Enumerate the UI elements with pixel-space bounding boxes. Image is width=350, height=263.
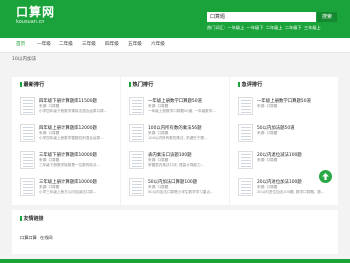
hot-word-link[interactable]: 一年级下 <box>247 25 264 30</box>
worksheet-thumbnail[interactable] <box>238 97 253 115</box>
worksheet-thumbnail[interactable] <box>20 97 35 115</box>
panel-reviews: 急评排行 一年级上册数学口算题50道 来源: 口算题 50以内加法题50道 来源… <box>230 77 338 205</box>
list-item[interactable]: 50以内加法题50道 来源: 口算题 <box>238 124 338 146</box>
footer-bar <box>0 259 350 263</box>
worksheet-thumbnail[interactable] <box>129 97 144 115</box>
nav-grade-4[interactable]: 四年级 <box>105 38 119 52</box>
hot-word-link[interactable]: 二年级下 <box>285 25 302 30</box>
panel-title: 最新排行 <box>20 81 44 88</box>
nav-grade-3[interactable]: 三年级 <box>82 38 96 52</box>
panel-title: 热门排行 <box>129 81 153 88</box>
panel-title-text: 最新排行 <box>23 82 45 88</box>
panel-latest: 最新排行 四年级下册计算题库11500题 来源: 口算题 小学四年级下册数学乘除… <box>12 77 120 205</box>
nav-home[interactable]: 首页 <box>16 38 25 52</box>
item-source: 来源: 口算题 <box>257 131 278 135</box>
links-title-text: 友情链接 <box>23 216 44 222</box>
worksheet-thumbnail[interactable] <box>129 151 144 169</box>
site-logo[interactable]: 口算网 kousuan.cn <box>16 5 55 26</box>
worksheet-thumbnail[interactable] <box>20 124 35 142</box>
search-button[interactable]: 搜索 <box>317 12 337 22</box>
nav-grade-5[interactable]: 五年级 <box>128 38 142 52</box>
back-to-top-button[interactable] <box>319 170 332 183</box>
panel-title-text: 热门排行 <box>132 82 154 88</box>
site-header: 口算网 kousuan.cn 口算题 搜索 热门词汇: 一年级上 一年级下 二年… <box>0 0 350 38</box>
hot-word-link[interactable]: 一年级上 <box>228 25 245 30</box>
friend-link[interactable]: 口算口算 <box>20 235 37 241</box>
item-source: 来源: 口算题 <box>257 104 278 108</box>
logo-domain: kousuan.cn <box>16 19 45 25</box>
item-desc: 小学四年级下册数学乘除法混合运算口算... <box>39 109 108 113</box>
hot-word-link[interactable]: 三年级上 <box>304 25 321 30</box>
list-item[interactable]: 一年级上册数学口算题50道 来源: 口算题 <box>238 97 338 119</box>
list-item[interactable]: 三年级上册计算题库10000题 来源: 口算题 小学三年级上册万以内加减法口算.… <box>20 178 120 200</box>
main-nav: 首页 一年级 二年级 三年级 四年级 五年级 六年级 <box>0 38 350 53</box>
worksheet-thumbnail[interactable] <box>238 124 253 142</box>
friend-link[interactable]: 在线网 <box>40 235 53 241</box>
list-item[interactable]: 一年级上册数学口算题50道 来源: 口算题 一年级上册数学口算题50道, 一年级… <box>129 97 229 119</box>
nav-grade-1[interactable]: 一年级 <box>37 38 51 52</box>
list-item[interactable]: 四年级下册计算题库11500题 来源: 口算题 小学四年级下册数学乘除法混合运算… <box>20 97 120 119</box>
links-title: 友情链接 <box>20 215 44 222</box>
list-item[interactable]: 三年级下册计算题库10000题 来源: 口算题 三年级下册数学除数是一位数的除法… <box>20 151 120 173</box>
panel-popular: 热门排行 一年级上册数学口算题50道 来源: 口算题 一年级上册数学口算题50道… <box>121 77 229 205</box>
worksheet-thumbnail[interactable] <box>129 178 144 196</box>
worksheet-thumbnail[interactable] <box>20 178 35 196</box>
item-desc: 50以内加法口算是小学生数学学习重点... <box>148 190 214 194</box>
item-desc: 掌握表内乘法口诀, 提高计算能力... <box>148 163 205 167</box>
item-desc: 一年级上册数学口算题50道, 一年级数学... <box>148 109 216 113</box>
panel-title: 急评排行 <box>238 81 262 88</box>
list-item[interactable]: 50以内加法口算题100题 来源: 口算题 50以内加法口算是小学生数学学习重点… <box>129 178 229 200</box>
hot-word-link[interactable]: 二年级上 <box>266 25 283 30</box>
nav-grade-6[interactable]: 六年级 <box>151 38 165 52</box>
nav-grade-2[interactable]: 二年级 <box>59 38 73 52</box>
item-desc: 100以内所有数的乘法, 关键在于理... <box>148 136 208 140</box>
item-desc: 三年级下册数学除数是一位数的除法... <box>39 163 100 167</box>
item-desc: 小学四年级上册数学整数四则混合运算... <box>39 136 104 140</box>
item-desc: 小学三年级上册万以内加减法口算... <box>39 190 97 194</box>
worksheet-thumbnail[interactable] <box>20 151 35 169</box>
breadcrumb[interactable]: 10以内加法 <box>12 56 36 62</box>
friend-links: 友情链接 口算口算 在线网 <box>12 210 338 254</box>
item-source: 来源: 口算题 <box>257 158 278 162</box>
hot-words-label: 热门词汇: <box>207 25 226 30</box>
worksheet-thumbnail[interactable] <box>238 151 253 169</box>
hot-words: 热门词汇: 一年级上 一年级下 二年级上 二年级下 三年级上 <box>207 25 322 31</box>
list-item[interactable]: 四年级上册计算题库12000题 来源: 口算题 小学四年级上册数学整数四则混合运… <box>20 124 120 146</box>
list-item[interactable]: 100以内所有数的乘法56题 来源: 口算题 100以内所有数的乘法, 关键在于… <box>129 124 229 146</box>
item-desc: 20以内进位加法100题, 数学口算题。数... <box>257 190 325 194</box>
panel-title-text: 急评排行 <box>241 82 263 88</box>
search-input[interactable]: 口算题 <box>207 12 316 22</box>
arrow-up-icon <box>322 173 329 180</box>
worksheet-thumbnail[interactable] <box>129 124 144 142</box>
worksheet-thumbnail[interactable] <box>238 178 253 196</box>
list-item[interactable]: 表内乘法口诀题100题 来源: 口算题 掌握表内乘法口诀, 提高计算能力... <box>129 151 229 173</box>
logo-text: 口算网 <box>16 5 56 19</box>
